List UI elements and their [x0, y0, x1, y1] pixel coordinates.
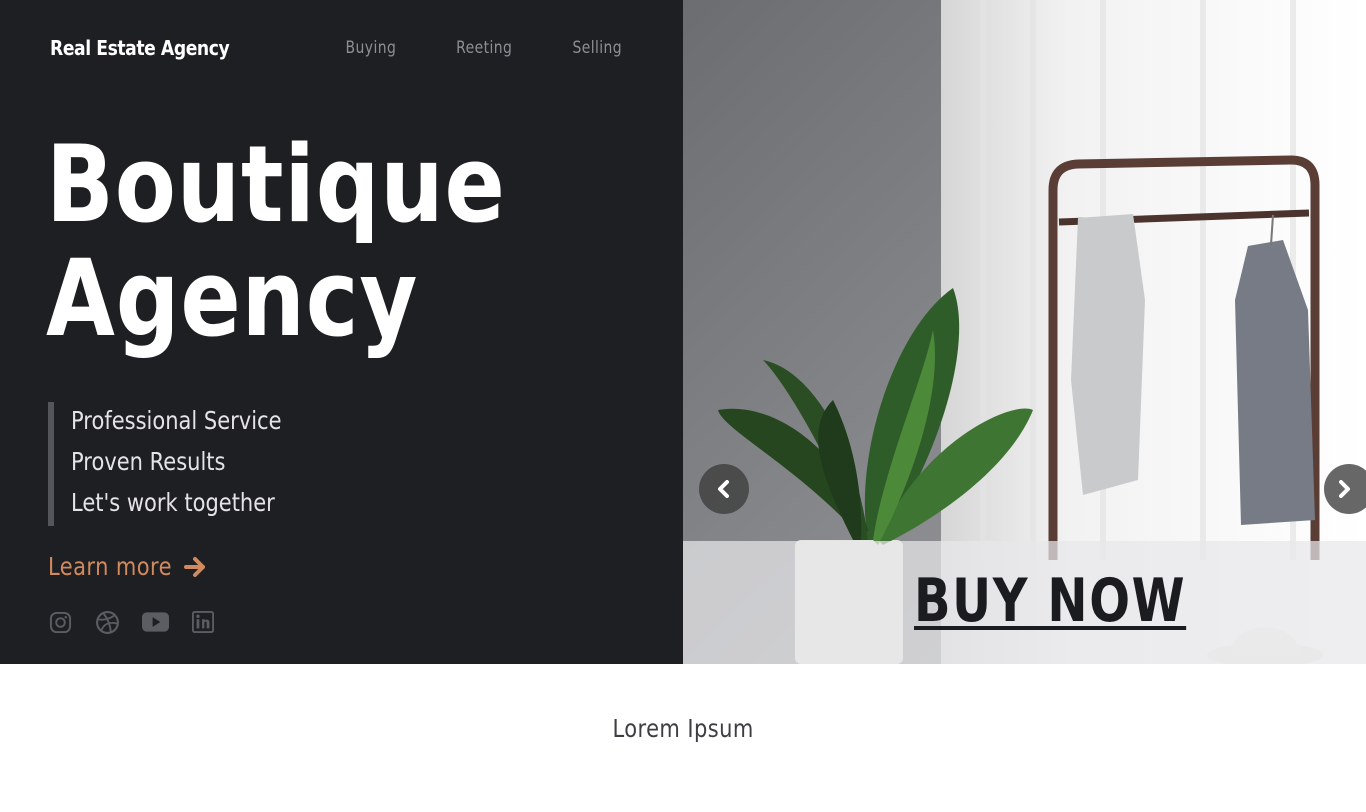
learn-more-label: Learn more: [48, 552, 172, 581]
slider-prev-button[interactable]: [699, 464, 749, 514]
nav-link-buying[interactable]: Buying: [346, 38, 397, 58]
chevron-left-icon: [718, 480, 729, 498]
hero-section: Real Estate Agency Buying Reeting Sellin…: [0, 0, 1366, 664]
hero-title: Boutique Agency: [46, 128, 506, 356]
chevron-right-icon: [1339, 480, 1350, 498]
dribbble-icon[interactable]: [94, 609, 120, 635]
hero-left-panel: Real Estate Agency Buying Reeting Sellin…: [0, 0, 683, 664]
social-links: [47, 609, 216, 635]
section-heading: Lorem Ipsum: [0, 714, 1366, 743]
nav-link-reeting[interactable]: Reeting: [456, 38, 512, 58]
arrow-right-icon: [183, 556, 205, 577]
section-heading-text: Lorem Ipsum: [612, 714, 754, 743]
slider-next-button[interactable]: [1324, 464, 1366, 514]
hero-slider: [683, 0, 1366, 664]
hero-title-line2: Agency: [46, 237, 419, 360]
main-nav: Buying Reeting Selling: [340, 38, 627, 58]
buy-now-link[interactable]: BUY NOW: [914, 566, 1186, 636]
feature-item: Professional Service: [71, 406, 282, 435]
feature-item: Proven Results: [71, 447, 226, 476]
instagram-icon[interactable]: [47, 609, 73, 635]
learn-more-link[interactable]: Learn more: [48, 552, 208, 581]
youtube-icon[interactable]: [141, 609, 169, 635]
linkedin-icon[interactable]: [190, 609, 216, 635]
brand-logo[interactable]: Real Estate Agency: [50, 36, 230, 60]
nav-link-selling[interactable]: Selling: [572, 38, 622, 58]
feature-item: Let's work together: [71, 488, 275, 517]
feature-list: Professional Service Proven Results Let'…: [48, 402, 322, 526]
hero-title-line1: Boutique: [46, 123, 506, 246]
